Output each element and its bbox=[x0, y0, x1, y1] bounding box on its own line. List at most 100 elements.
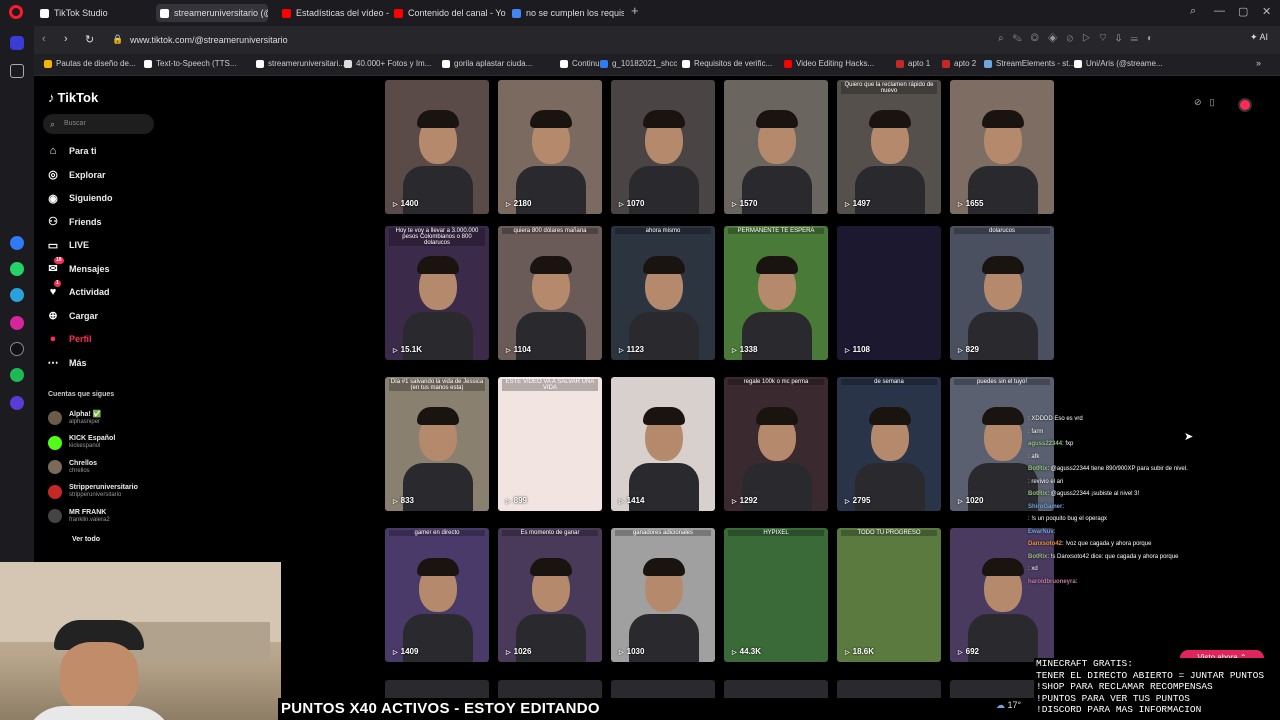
bookmark-label: Video Editing Hacks... bbox=[796, 59, 875, 68]
video-card[interactable]: Hoy te voy a llevar a 3.000.000 pesos Co… bbox=[385, 226, 489, 360]
tiktok-logo[interactable]: ♪ TikTok bbox=[48, 90, 98, 105]
tab-5[interactable]: no se cumplen los requisit bbox=[512, 4, 624, 22]
nav-item-6[interactable]: ✉ Mensajes 18 bbox=[46, 256, 110, 278]
bookmark-item[interactable]: Continue bbox=[560, 59, 604, 68]
tab-4[interactable]: Contenido del canal - You bbox=[394, 4, 506, 22]
video-card[interactable]: dolarucos ▷ 829 bbox=[950, 226, 1054, 360]
video-card[interactable]: ▷ 1400 bbox=[385, 80, 489, 214]
bookmark-item[interactable]: streameruniversitari... bbox=[256, 59, 345, 68]
video-card-partial[interactable] bbox=[724, 680, 828, 698]
nav-item-2[interactable]: ◎ Explorar bbox=[46, 166, 106, 184]
video-card[interactable]: HYPIXEL ▷ 44.3K bbox=[724, 528, 828, 662]
video-card[interactable]: ▷ 1655 bbox=[950, 80, 1054, 214]
bookmark-item[interactable]: Video Editing Hacks... bbox=[784, 59, 874, 68]
video-card[interactable]: TODO TU PROGRESO ▷ 18.6K bbox=[837, 528, 941, 662]
tab-1[interactable]: TikTok Studio bbox=[40, 4, 150, 22]
forward-icon[interactable]: › bbox=[64, 33, 68, 45]
nav-item-5[interactable]: ▭ LIVE bbox=[46, 236, 89, 254]
maximize-button[interactable]: ▢ bbox=[1238, 5, 1248, 18]
video-card[interactable]: Quiero que la reclamen rápido de nuevo ▷ 1… bbox=[837, 80, 941, 214]
bookmark-item[interactable]: Text-to-Speech (TTS... bbox=[144, 59, 236, 68]
ai-button[interactable]: ✦ AI bbox=[1250, 32, 1268, 43]
instagram-icon[interactable] bbox=[10, 316, 24, 330]
whatsapp-icon[interactable] bbox=[10, 262, 24, 276]
bookmarks-more-icon[interactable]: » bbox=[1256, 58, 1261, 68]
nav-label: Explorar bbox=[69, 169, 106, 180]
video-card[interactable]: ▷ 1070 bbox=[611, 80, 715, 214]
bookmark-item[interactable]: g_10182021_shcc bbox=[600, 59, 677, 68]
see-all-link[interactable]: Ver todo bbox=[72, 536, 100, 543]
video-card-partial[interactable] bbox=[611, 680, 715, 698]
tab-3[interactable]: Estadísticas del vídeo - Yo bbox=[282, 4, 390, 22]
bookmark-item[interactable]: Requisitos de verific... bbox=[682, 59, 772, 68]
minimize-button[interactable]: — bbox=[1214, 5, 1225, 17]
avatar bbox=[48, 509, 62, 523]
player-icon[interactable] bbox=[10, 396, 24, 410]
activity-icon: ♥ bbox=[49, 286, 57, 298]
clear-icon[interactable]: ⊘ bbox=[1194, 97, 1210, 107]
nav-item-9[interactable]: ● Perfil bbox=[46, 330, 92, 348]
video-card[interactable]: ▷ 1570 bbox=[724, 80, 828, 214]
tab-2[interactable]: streameruniversitario (@s bbox=[156, 4, 268, 22]
play-icon: ▷ bbox=[732, 650, 737, 656]
nav-item-10[interactable]: ⋯ Más bbox=[46, 354, 87, 372]
video-card[interactable]: ▷ 1414 bbox=[611, 377, 715, 511]
video-card[interactable]: ahora mismo ▷ 1123 bbox=[611, 226, 715, 360]
video-card-partial[interactable] bbox=[385, 680, 489, 698]
video-person-hair bbox=[643, 110, 685, 128]
video-card[interactable]: regale 100k o mc perma ▷ 1292 bbox=[724, 377, 828, 511]
video-card[interactable]: ▷ 1108 bbox=[837, 226, 941, 360]
following-account[interactable]: Stripperuniversitario stripperuniversitar… bbox=[48, 482, 138, 502]
video-card[interactable]: Es momento de ganar ▷ 1026 bbox=[498, 528, 602, 662]
video-card[interactable]: ESTE VIDEO VA A SALVAR UNA VIDA ▷ 899 bbox=[498, 377, 602, 511]
bookmark-item[interactable]: gorila aplastar ciuda... bbox=[442, 59, 532, 68]
view-count: 1414 bbox=[626, 496, 645, 505]
video-card[interactable]: ▷ 2180 bbox=[498, 80, 602, 214]
video-card[interactable]: de semana ▷ 2795 bbox=[837, 377, 941, 511]
reload-icon[interactable]: ↻ bbox=[85, 33, 94, 46]
weather-widget[interactable]: ☁ 17° bbox=[996, 700, 1021, 711]
following-account[interactable]: KICK Español kickespanol bbox=[48, 433, 115, 453]
bookmark-item[interactable]: apto 2 bbox=[942, 59, 976, 68]
bookmark-item[interactable]: Uni/Aris (@streame... bbox=[1074, 59, 1163, 68]
following-account[interactable]: Chrellos chrellos bbox=[48, 457, 97, 477]
nav-item-7[interactable]: ♥ Actividad 1 bbox=[46, 280, 110, 301]
close-window-button[interactable]: ✕ bbox=[1262, 5, 1271, 18]
spotify-icon[interactable] bbox=[10, 368, 24, 382]
bookmark-item[interactable]: Pautas de diseño de... bbox=[44, 59, 136, 68]
nav-item-8[interactable]: ⊕ Cargar bbox=[46, 307, 98, 325]
video-card[interactable]: ganadores adicionales ▷ 1030 bbox=[611, 528, 715, 662]
bookmark-item[interactable]: StreamElements - st... bbox=[984, 59, 1075, 68]
minecraft-info-line: !SHOP PARA RECLAMAR RECOMPENSAS bbox=[1036, 681, 1213, 692]
following-account[interactable]: MR FRANK franklin.valera2 bbox=[48, 506, 110, 526]
nav-item-1[interactable]: ⌂ Para ti bbox=[46, 142, 97, 160]
video-card-partial[interactable] bbox=[837, 680, 941, 698]
toolbar-icons[interactable]: ⌕✎◎◈⊘▷♡⇩☰◐ bbox=[998, 33, 1162, 44]
video-card[interactable]: Día #1 salvando la vida de Jessica (en t… bbox=[385, 377, 489, 511]
search-input[interactable]: ⌕ Buscar bbox=[43, 114, 154, 134]
opera-logo-icon[interactable] bbox=[9, 5, 23, 19]
weather-icon: ☁ bbox=[996, 700, 1005, 710]
star-icon[interactable] bbox=[10, 64, 24, 78]
back-icon[interactable]: ‹ bbox=[42, 33, 46, 45]
phone-icon[interactable]: ▯ bbox=[1210, 97, 1223, 107]
search-tabs-icon[interactable]: ⌕ bbox=[1190, 5, 1196, 18]
video-card[interactable]: gamer en directo ▷ 1409 bbox=[385, 528, 489, 662]
following-account[interactable]: Alpha! ✅ alphasniper bbox=[48, 408, 101, 428]
x-icon[interactable] bbox=[10, 342, 24, 356]
telegram-icon[interactable] bbox=[10, 288, 24, 302]
bookmark-item[interactable]: apto 1 bbox=[896, 59, 930, 68]
new-tab-button[interactable]: + bbox=[631, 3, 639, 18]
bookmark-item[interactable]: 40.000+ Fotos y Im... bbox=[344, 59, 431, 68]
nav-label: Friends bbox=[69, 216, 102, 227]
home-icon: ⌂ bbox=[49, 145, 57, 157]
video-card[interactable]: PERMANENTE TE ESPERA ▷ 1338 bbox=[724, 226, 828, 360]
live-badge-icon[interactable] bbox=[1238, 98, 1252, 112]
nav-item-4[interactable]: ⚇ Friends bbox=[46, 213, 102, 231]
nav-item-3[interactable]: ◉ Siguiendo bbox=[46, 189, 112, 207]
messenger-icon[interactable] bbox=[10, 236, 24, 250]
video-card[interactable]: quiera 800 dólares mañana ▷ 1104 bbox=[498, 226, 602, 360]
video-card-partial[interactable] bbox=[498, 680, 602, 698]
home-icon[interactable] bbox=[10, 36, 24, 50]
video-person-hair bbox=[756, 256, 798, 274]
